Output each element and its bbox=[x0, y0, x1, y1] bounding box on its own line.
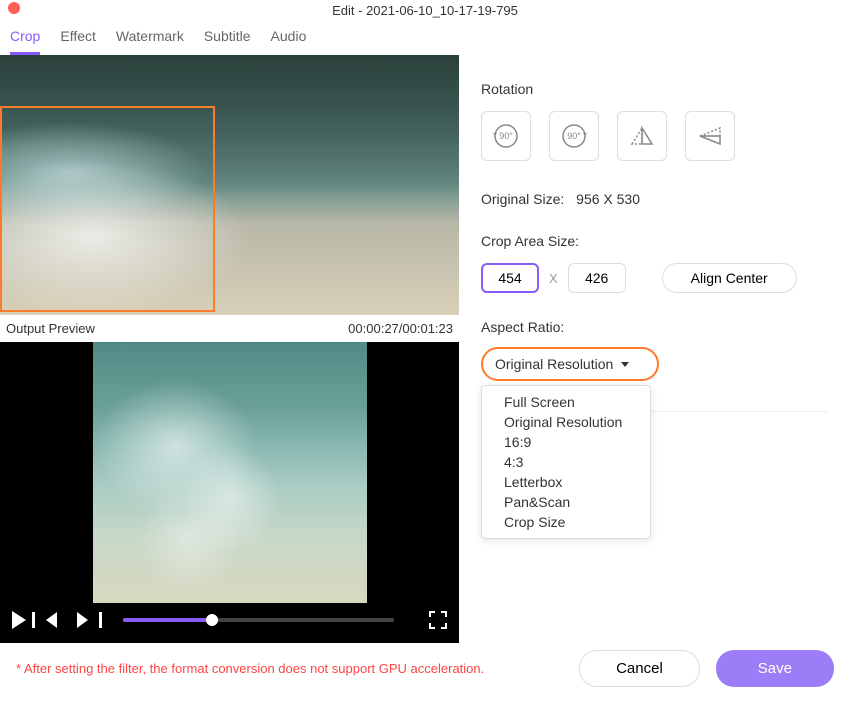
timecode: 00:00:27/00:01:23 bbox=[348, 321, 453, 336]
progress-fill bbox=[123, 618, 212, 622]
close-button[interactable] bbox=[8, 2, 20, 14]
fullscreen-icon[interactable] bbox=[429, 611, 447, 629]
original-size-value: 956 X 530 bbox=[576, 191, 640, 207]
crop-inputs: X Align Center bbox=[481, 263, 828, 293]
output-preview-label: Output Preview bbox=[6, 321, 95, 336]
aspect-option-original-resolution[interactable]: Original Resolution bbox=[482, 412, 650, 432]
frame-back-icon[interactable] bbox=[46, 612, 57, 628]
crop-area-label: Crop Area Size: bbox=[481, 233, 828, 249]
save-button[interactable]: Save bbox=[716, 650, 834, 687]
aspect-option-letterbox[interactable]: Letterbox bbox=[482, 472, 650, 492]
footer: * After setting the filter, the format c… bbox=[0, 643, 850, 693]
flip-vertical-button[interactable] bbox=[685, 111, 735, 161]
tab-audio[interactable]: Audio bbox=[271, 28, 307, 55]
progress-handle[interactable] bbox=[206, 614, 218, 626]
aspect-option-16-9[interactable]: 16:9 bbox=[482, 432, 650, 452]
cancel-button[interactable]: Cancel bbox=[579, 650, 700, 687]
aspect-ratio-selected: Original Resolution bbox=[495, 356, 613, 372]
player-controls bbox=[0, 603, 459, 636]
crop-separator: X bbox=[549, 271, 558, 286]
right-panel: Rotation 90° 90° Original Size: 956 X 53… bbox=[459, 55, 850, 643]
left-panel: Output Preview 00:00:27/00:01:23 bbox=[0, 55, 459, 643]
tab-watermark[interactable]: Watermark bbox=[116, 28, 184, 55]
chevron-down-icon bbox=[621, 362, 629, 367]
align-center-button[interactable]: Align Center bbox=[662, 263, 797, 293]
crop-selection-box[interactable] bbox=[0, 106, 215, 312]
window-title: Edit - 2021-06-10_10-17-19-795 bbox=[8, 3, 842, 18]
output-label-bar: Output Preview 00:00:27/00:01:23 bbox=[0, 315, 459, 342]
original-size-row: Original Size: 956 X 530 bbox=[481, 191, 828, 207]
rotate-cw-button[interactable]: 90° bbox=[549, 111, 599, 161]
title-bar: Edit - 2021-06-10_10-17-19-795 bbox=[0, 0, 850, 20]
aspect-option-4-3[interactable]: 4:3 bbox=[482, 452, 650, 472]
tab-subtitle[interactable]: Subtitle bbox=[204, 28, 251, 55]
crop-height-input[interactable] bbox=[568, 263, 626, 293]
tab-crop[interactable]: Crop bbox=[10, 28, 40, 55]
frame-forward-icon[interactable] bbox=[77, 612, 88, 628]
progress-bar[interactable] bbox=[123, 618, 394, 622]
output-preview-image bbox=[93, 342, 367, 603]
output-preview bbox=[0, 342, 459, 603]
original-size-label: Original Size: bbox=[481, 191, 564, 207]
footer-buttons: Cancel Save bbox=[579, 650, 834, 687]
rotation-buttons: 90° 90° bbox=[481, 111, 828, 161]
aspect-ratio-section: Aspect Ratio: Original Resolution Full S… bbox=[481, 319, 828, 381]
svg-text:90°: 90° bbox=[499, 131, 513, 141]
rotation-label: Rotation bbox=[481, 81, 828, 97]
footer-note: * After setting the filter, the format c… bbox=[16, 661, 484, 676]
crop-width-input[interactable] bbox=[481, 263, 539, 293]
crop-preview-area[interactable] bbox=[0, 55, 459, 315]
aspect-option-pan-scan[interactable]: Pan&Scan bbox=[482, 492, 650, 512]
aspect-option-crop-size[interactable]: Crop Size bbox=[482, 512, 650, 532]
aspect-ratio-dropdown: Full Screen Original Resolution 16:9 4:3… bbox=[481, 385, 651, 539]
flip-horizontal-button[interactable] bbox=[617, 111, 667, 161]
play-icon[interactable] bbox=[12, 611, 26, 629]
aspect-ratio-select[interactable]: Original Resolution bbox=[481, 347, 659, 381]
tabs: Crop Effect Watermark Subtitle Audio bbox=[0, 20, 850, 55]
aspect-option-full-screen[interactable]: Full Screen bbox=[482, 392, 650, 412]
rotate-ccw-button[interactable]: 90° bbox=[481, 111, 531, 161]
aspect-ratio-label: Aspect Ratio: bbox=[481, 319, 828, 335]
svg-text:90°: 90° bbox=[567, 131, 581, 141]
tab-effect[interactable]: Effect bbox=[60, 28, 96, 55]
